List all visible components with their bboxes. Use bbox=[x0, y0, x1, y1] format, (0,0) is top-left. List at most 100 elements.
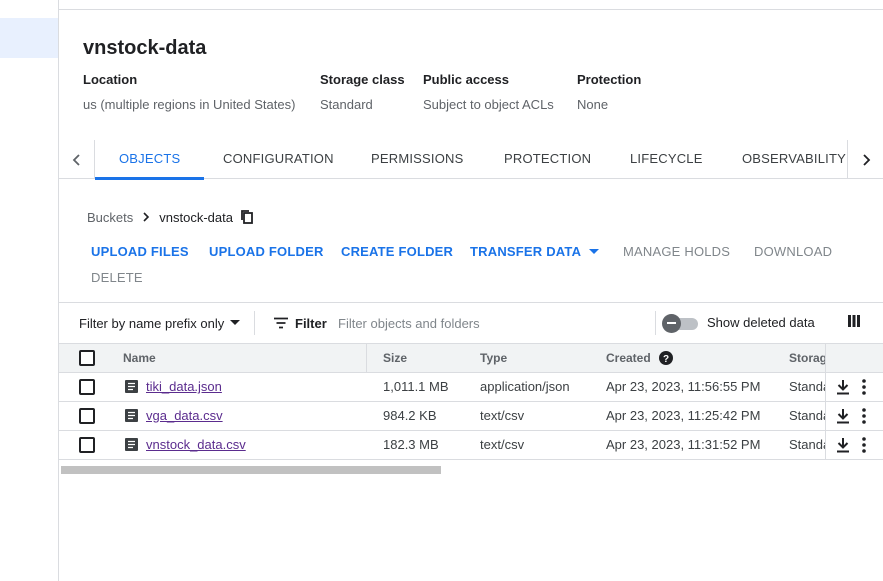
column-header-name[interactable]: Name bbox=[123, 344, 156, 372]
left-nav-rail bbox=[0, 0, 59, 581]
filter-bar: Filter by name prefix only Filter Show d… bbox=[59, 302, 883, 344]
download-button[interactable]: DOWNLOAD bbox=[754, 244, 832, 259]
file-icon bbox=[125, 380, 138, 393]
tab-permissions[interactable]: PERMISSIONS bbox=[371, 140, 464, 179]
breadcrumb: Buckets vnstock-data bbox=[87, 207, 254, 227]
caret-down-icon bbox=[230, 320, 241, 325]
tabs-scroll-right-button[interactable] bbox=[847, 140, 883, 179]
column-divider[interactable] bbox=[366, 344, 367, 372]
object-storage-class: Standa bbox=[789, 408, 825, 423]
nav-rail-selected-item[interactable] bbox=[0, 18, 58, 58]
show-deleted-toggle[interactable] bbox=[662, 314, 700, 333]
chevron-left-icon bbox=[72, 153, 80, 166]
object-type: text/csv bbox=[480, 408, 525, 423]
row-actions bbox=[825, 373, 883, 401]
object-name-link[interactable]: vnstock_data.csv bbox=[146, 431, 246, 459]
show-deleted-label: Show deleted data bbox=[707, 315, 815, 330]
row-checkbox[interactable] bbox=[79, 408, 95, 424]
object-type: application/json bbox=[480, 379, 570, 394]
more-vert-icon[interactable] bbox=[862, 408, 866, 424]
file-icon bbox=[125, 438, 138, 451]
object-created: Apr 23, 2023, 11:31:52 PM bbox=[606, 437, 761, 452]
table-row[interactable]: vnstock_data.csv 182.3 MB text/csv Apr 2… bbox=[59, 431, 883, 460]
object-size: 984.2 KB bbox=[383, 408, 437, 423]
row-actions bbox=[825, 402, 883, 430]
info-label: Location bbox=[83, 72, 138, 87]
caret-down-icon bbox=[589, 248, 600, 254]
upload-files-button[interactable]: UPLOAD FILES bbox=[91, 244, 189, 259]
more-vert-icon[interactable] bbox=[862, 379, 866, 395]
top-bar bbox=[59, 0, 883, 10]
divider bbox=[254, 311, 255, 335]
horizontal-scrollbar[interactable] bbox=[59, 464, 883, 476]
info-protection: Protection None bbox=[577, 72, 641, 112]
divider bbox=[655, 311, 656, 335]
transfer-data-label: TRANSFER DATA bbox=[470, 244, 582, 259]
filter-label: Filter bbox=[295, 315, 327, 331]
column-header-size[interactable]: Size bbox=[383, 344, 407, 372]
filter-input[interactable] bbox=[338, 314, 628, 332]
row-checkbox[interactable] bbox=[79, 379, 95, 395]
tab-objects[interactable]: OBJECTS bbox=[94, 140, 205, 180]
breadcrumb-current: vnstock-data bbox=[159, 209, 233, 225]
object-created: Apr 23, 2023, 11:25:42 PM bbox=[606, 408, 761, 423]
chevron-right-icon bbox=[141, 211, 151, 223]
filter-prefix-dropdown[interactable]: Filter by name prefix only bbox=[79, 303, 241, 343]
info-location: Location us (multiple regions in United … bbox=[83, 72, 295, 112]
info-value: None bbox=[577, 97, 609, 112]
info-value: Subject to object ACLs bbox=[423, 97, 554, 112]
info-public-access: Public access Subject to object ACLs bbox=[423, 72, 554, 112]
table-row[interactable]: tiki_data.json 1,011.1 MB application/js… bbox=[59, 373, 883, 402]
help-icon[interactable]: ? bbox=[658, 351, 673, 365]
column-divider bbox=[825, 344, 826, 372]
tabs-scroll-left-button[interactable] bbox=[59, 140, 95, 179]
tab-protection[interactable]: PROTECTION bbox=[504, 140, 591, 179]
breadcrumb-buckets-link[interactable]: Buckets bbox=[87, 210, 133, 225]
info-value: Standard bbox=[320, 97, 373, 112]
bucket-details: vnstock-data Location us (multiple regio… bbox=[59, 10, 883, 581]
info-storage-class: Storage class Standard bbox=[320, 72, 405, 112]
info-label: Public access bbox=[423, 72, 509, 87]
object-name-link[interactable]: tiki_data.json bbox=[146, 373, 222, 401]
tab-lifecycle[interactable]: LIFECYCLE bbox=[630, 140, 703, 179]
object-size: 1,011.1 MB bbox=[383, 379, 449, 394]
info-label: Storage class bbox=[320, 72, 405, 87]
toggle-knob bbox=[662, 314, 681, 333]
tab-observability[interactable]: OBSERVABILITY bbox=[742, 140, 846, 179]
table-header: Name Size Type Created ? Storag bbox=[59, 344, 883, 373]
file-icon bbox=[125, 409, 138, 422]
download-icon[interactable] bbox=[836, 437, 850, 453]
transfer-data-button[interactable]: TRANSFER DATA bbox=[470, 244, 600, 259]
select-all-checkbox[interactable] bbox=[79, 350, 95, 366]
filter-prefix-label: Filter by name prefix only bbox=[79, 315, 225, 331]
chevron-right-icon bbox=[862, 153, 870, 166]
tab-bar: OBJECTS CONFIGURATION PERMISSIONS PROTEC… bbox=[59, 140, 883, 180]
copy-icon[interactable] bbox=[240, 209, 254, 225]
object-storage-class: Standa bbox=[789, 379, 825, 394]
info-label: Protection bbox=[577, 72, 642, 87]
filter-button[interactable]: Filter bbox=[274, 303, 327, 343]
tab-configuration[interactable]: CONFIGURATION bbox=[223, 140, 334, 179]
delete-button[interactable]: DELETE bbox=[91, 270, 143, 285]
table-row[interactable]: vga_data.csv 984.2 KB text/csv Apr 23, 2… bbox=[59, 402, 883, 431]
column-header-type[interactable]: Type bbox=[480, 344, 507, 372]
more-vert-icon[interactable] bbox=[862, 437, 866, 453]
svg-text:?: ? bbox=[663, 354, 669, 365]
filter-icon bbox=[274, 317, 288, 329]
upload-folder-button[interactable]: UPLOAD FOLDER bbox=[209, 244, 324, 259]
column-header-created[interactable]: Created ? bbox=[606, 344, 673, 372]
manage-holds-button[interactable]: MANAGE HOLDS bbox=[623, 244, 730, 259]
object-type: text/csv bbox=[480, 437, 525, 452]
column-header-created-label: Created bbox=[606, 351, 651, 365]
create-folder-button[interactable]: CREATE FOLDER bbox=[341, 244, 453, 259]
download-icon[interactable] bbox=[836, 379, 850, 395]
object-created: Apr 23, 2023, 11:56:55 PM bbox=[606, 379, 761, 394]
scrollbar-thumb[interactable] bbox=[61, 466, 441, 474]
page-title: vnstock-data bbox=[83, 37, 207, 59]
object-name-link[interactable]: vga_data.csv bbox=[146, 402, 223, 430]
download-icon[interactable] bbox=[836, 408, 850, 424]
column-header-storage-class[interactable]: Storag bbox=[789, 344, 825, 372]
info-value: us (multiple regions in United States) bbox=[83, 97, 296, 112]
row-checkbox[interactable] bbox=[79, 437, 95, 453]
column-display-options-icon[interactable] bbox=[847, 314, 861, 333]
